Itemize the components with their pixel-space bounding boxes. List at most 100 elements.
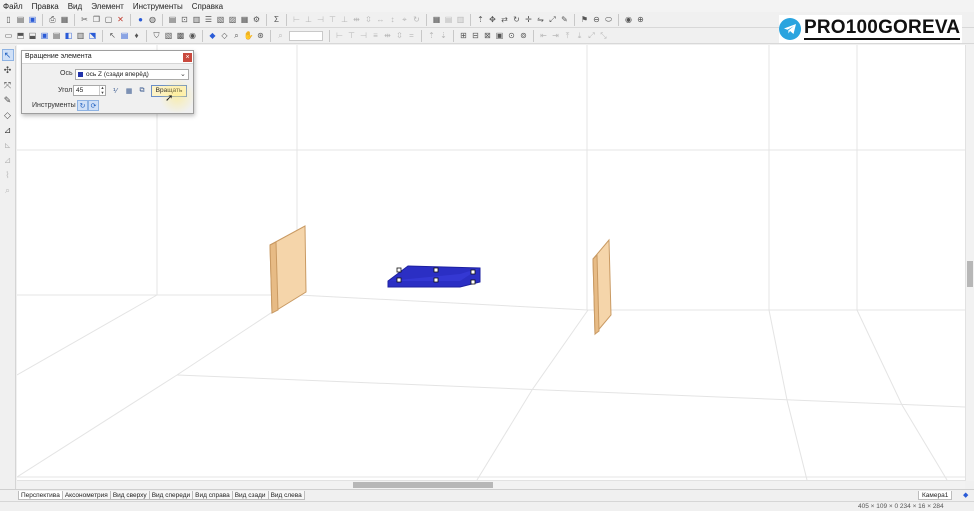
- leg-icon[interactable]: ⬔: [87, 30, 98, 41]
- rotate-icon[interactable]: ↻: [411, 14, 422, 25]
- rotate-element-icon[interactable]: ↻: [511, 14, 522, 25]
- dock-right-icon[interactable]: ⇥: [550, 30, 561, 41]
- lamp-icon[interactable]: ♦: [131, 30, 142, 41]
- align-left-icon[interactable]: ⊢: [291, 14, 302, 25]
- dock-top-icon[interactable]: ⤒: [562, 30, 573, 41]
- globe-icon[interactable]: ●: [135, 14, 146, 25]
- spread-v-icon[interactable]: ⇳: [394, 30, 405, 41]
- rotate-tool-icon[interactable]: ↻: [77, 100, 88, 111]
- tab-top[interactable]: Вид сверху: [109, 491, 150, 500]
- cabinet-icon[interactable]: ▥: [75, 30, 86, 41]
- horizontal-scrollbar[interactable]: [17, 480, 965, 489]
- raise-icon[interactable]: ⇡: [426, 30, 437, 41]
- menu-file[interactable]: Файл: [3, 2, 23, 11]
- open-folder-icon[interactable]: ▤: [15, 14, 26, 25]
- report-icon[interactable]: ▧: [215, 14, 226, 25]
- snap-edge-icon[interactable]: ◇: [219, 30, 230, 41]
- navigate-icon[interactable]: ◆: [963, 491, 968, 499]
- distribute-v-icon[interactable]: ⇳: [363, 14, 374, 25]
- delete-icon[interactable]: ✕: [115, 14, 126, 25]
- spin-arrows-icon[interactable]: ▲ ▼: [99, 85, 105, 95]
- dim-tool-icon[interactable]: ⊾: [2, 139, 14, 151]
- match-height-icon[interactable]: ↕: [387, 14, 398, 25]
- align-center-icon[interactable]: ⊥: [303, 14, 314, 25]
- snap-point-icon[interactable]: ◆: [207, 30, 218, 41]
- align-bottom-icon[interactable]: ⊥: [339, 14, 350, 25]
- new-file-icon[interactable]: ▯: [3, 14, 14, 25]
- align-mid-icon[interactable]: ⊣: [358, 30, 369, 41]
- shelf-icon[interactable]: ⬓: [27, 30, 38, 41]
- texture-icon[interactable]: ▩: [175, 30, 186, 41]
- precision-icon[interactable]: ⅟: [110, 86, 120, 96]
- distribute-icon[interactable]: ⇹: [351, 14, 362, 25]
- orbit-icon[interactable]: ⊛: [255, 30, 266, 41]
- edit-icon[interactable]: ✎: [559, 14, 570, 25]
- sphere-icon[interactable]: ◍: [147, 14, 158, 25]
- preview-icon[interactable]: ▦: [59, 14, 70, 25]
- library-icon[interactable]: ▤: [119, 30, 130, 41]
- vertical-scrollbar[interactable]: [965, 45, 974, 481]
- lower-icon[interactable]: ⇣: [438, 30, 449, 41]
- settings-icon[interactable]: ⚙: [251, 14, 262, 25]
- align-v-icon[interactable]: ⊤: [346, 30, 357, 41]
- pan-icon[interactable]: ✋: [243, 30, 254, 41]
- menu-help[interactable]: Справка: [192, 2, 223, 11]
- cut-icon[interactable]: ✂: [79, 14, 90, 25]
- axis-select[interactable]: ось Z (сзади вперёд) ⌄: [75, 69, 189, 80]
- fit-width-icon[interactable]: ⊟: [470, 30, 481, 41]
- align-h-icon[interactable]: ⊢: [334, 30, 345, 41]
- horizontal-scroll-thumb[interactable]: [353, 482, 493, 488]
- box-icon[interactable]: ⬒: [15, 30, 26, 41]
- menu-edit[interactable]: Правка: [32, 2, 59, 11]
- align-right-icon[interactable]: ⊣: [315, 14, 326, 25]
- fill-icon[interactable]: ▣: [494, 30, 505, 41]
- equal-icon[interactable]: =: [406, 30, 417, 41]
- zoom-extents-icon[interactable]: ⌕: [275, 30, 286, 41]
- group-icon[interactable]: ▥: [191, 14, 202, 25]
- grid-pick-icon[interactable]: ▦: [124, 86, 134, 96]
- list-icon[interactable]: ☰: [203, 14, 214, 25]
- menu-tools[interactable]: Инструменты: [133, 2, 183, 11]
- grid-icon[interactable]: ▦: [431, 14, 442, 25]
- sum-icon[interactable]: Σ: [271, 14, 282, 25]
- material-icon[interactable]: ⛉: [151, 30, 162, 41]
- tab-axonometry[interactable]: Аксонометрия: [61, 491, 111, 500]
- flag-icon[interactable]: ⚑: [579, 14, 590, 25]
- paste-icon[interactable]: ▢: [103, 14, 114, 25]
- match-width-icon[interactable]: ↔: [375, 14, 386, 25]
- edge-icon[interactable]: ▧: [163, 30, 174, 41]
- properties-icon[interactable]: ▤: [167, 14, 178, 25]
- tab-right[interactable]: Вид справа: [192, 491, 233, 500]
- rotate-free-icon[interactable]: ⟳: [88, 100, 99, 111]
- cross-move-icon[interactable]: ✛: [523, 14, 534, 25]
- save-icon[interactable]: ▣: [27, 14, 38, 25]
- flip-icon[interactable]: ⇄: [499, 14, 510, 25]
- rotate-view-icon[interactable]: ✣: [2, 64, 14, 76]
- layout-icon[interactable]: ▨: [227, 14, 238, 25]
- copy-rotate-icon[interactable]: ⧉: [137, 86, 147, 96]
- move-icon[interactable]: ✥: [487, 14, 498, 25]
- zoom-level-input[interactable]: [289, 30, 323, 41]
- panel-icon[interactable]: ▭: [3, 30, 14, 41]
- fit-icon[interactable]: ⊞: [458, 30, 469, 41]
- cylinder-icon[interactable]: ⊖: [591, 14, 602, 25]
- zoom-tool-icon[interactable]: ⌕: [2, 184, 14, 196]
- snap-icon[interactable]: ⌖: [399, 14, 410, 25]
- pencil-icon[interactable]: ✎: [2, 94, 14, 106]
- tab-perspective[interactable]: Перспектива: [18, 491, 63, 500]
- table-icon[interactable]: ▦: [239, 14, 250, 25]
- close-icon[interactable]: ×: [183, 53, 192, 62]
- dimension-icon[interactable]: ⊡: [179, 14, 190, 25]
- chevron-down-icon[interactable]: ⌄: [180, 70, 186, 78]
- angle-input[interactable]: 45 ▲ ▼: [73, 85, 106, 96]
- ellipse-icon[interactable]: ⬭: [603, 14, 614, 25]
- edit-vertex-icon[interactable]: ⊿: [2, 154, 14, 166]
- move-up-icon[interactable]: ⇡: [475, 14, 486, 25]
- dock-left-icon[interactable]: ⇤: [538, 30, 549, 41]
- menu-element[interactable]: Элемент: [91, 2, 124, 11]
- fit-height-icon[interactable]: ⊠: [482, 30, 493, 41]
- eraser-icon[interactable]: ◇: [2, 109, 14, 121]
- copy-icon[interactable]: ❐: [91, 14, 102, 25]
- right-side-panel[interactable]: [592, 238, 612, 336]
- scale-icon[interactable]: ⤢: [547, 14, 558, 25]
